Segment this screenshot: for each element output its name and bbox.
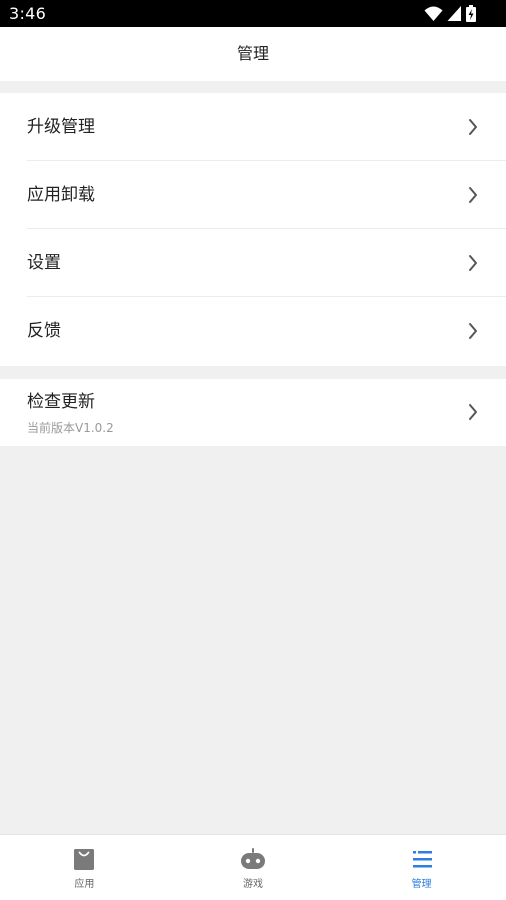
current-version-text: 当前版本V1.0.2 <box>27 421 114 435</box>
tab-manage[interactable]: 管理 <box>337 835 506 900</box>
title-bar: 管理 <box>0 27 506 81</box>
menu-group: 升级管理 应用卸载 设置 反馈 <box>0 93 506 366</box>
status-time: 3:46 <box>9 4 47 23</box>
tab-games[interactable]: 游戏 <box>169 835 338 900</box>
list-icon <box>412 851 432 868</box>
page-title: 管理 <box>236 44 269 63</box>
tab-apps-label: 应用 <box>74 879 95 890</box>
chevron-right-icon <box>469 404 477 420</box>
chevron-right-icon <box>469 187 477 203</box>
update-group: 检查更新 当前版本V1.0.2 <box>0 379 506 446</box>
chevron-right-icon <box>469 119 477 135</box>
tab-manage-label: 管理 <box>411 879 432 890</box>
menu-item-label: 应用卸载 <box>27 185 95 205</box>
shopping-bag-icon <box>74 849 95 870</box>
gamepad-icon <box>241 848 265 869</box>
menu-item-settings[interactable]: 设置 <box>0 229 506 297</box>
cellular-signal-icon <box>447 5 462 22</box>
menu-item-label: 反馈 <box>27 321 61 341</box>
battery-charging-icon <box>466 5 476 22</box>
app-screen: 3:46 管理 升级管理 应用卸载 设置 反馈 检查更新 当前版本V1.0.2 … <box>0 0 506 900</box>
menu-item-label: 设置 <box>27 253 61 273</box>
check-update-label: 检查更新 <box>27 392 95 412</box>
menu-item-label: 升级管理 <box>27 117 95 137</box>
chevron-right-icon <box>469 323 477 339</box>
tab-games-label: 游戏 <box>243 879 263 890</box>
menu-item-upgrade-management[interactable]: 升级管理 <box>0 93 506 161</box>
menu-item-app-uninstall[interactable]: 应用卸载 <box>0 161 506 229</box>
status-bar: 3:46 <box>0 0 506 27</box>
tab-apps[interactable]: 应用 <box>0 835 169 900</box>
menu-item-check-update[interactable]: 检查更新 当前版本V1.0.2 <box>0 379 506 446</box>
menu-item-feedback[interactable]: 反馈 <box>0 297 506 365</box>
status-icons <box>424 5 476 22</box>
chevron-right-icon <box>469 255 477 271</box>
bottom-navigation: 应用 游戏 管理 <box>0 834 506 900</box>
wifi-icon <box>424 5 443 22</box>
